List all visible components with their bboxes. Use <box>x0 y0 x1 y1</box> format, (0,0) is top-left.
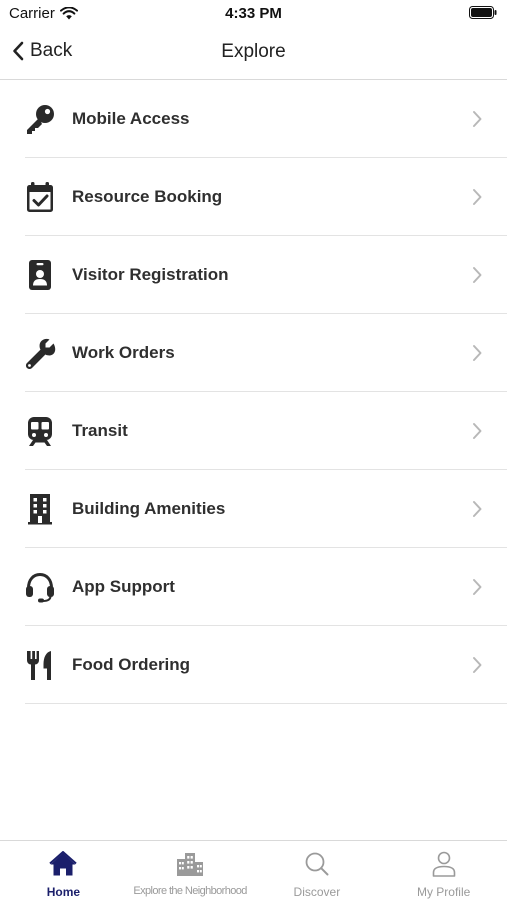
chevron-right-icon <box>473 579 482 595</box>
chevron-right-icon <box>473 267 482 283</box>
menu-item-work-orders[interactable]: Work Orders <box>0 314 507 392</box>
id-badge-icon <box>29 260 51 290</box>
page-title: Explore <box>221 41 286 62</box>
menu-item-app-support[interactable]: App Support <box>0 548 507 626</box>
tab-label: Explore the Neighborhood <box>133 885 247 897</box>
calendar-check-icon <box>27 182 53 212</box>
menu-item-transit[interactable]: Transit <box>0 392 507 470</box>
menu-item-label: App Support <box>72 577 175 596</box>
tab-label: Discover <box>293 885 341 899</box>
chevron-right-icon <box>473 189 482 205</box>
user-icon <box>432 851 455 877</box>
home-icon <box>49 851 78 876</box>
tab-home[interactable]: Home <box>0 841 127 901</box>
tab-label: My Profile <box>416 885 471 899</box>
back-button[interactable]: Back <box>12 40 72 62</box>
city-icon <box>177 853 204 876</box>
menu-item-label: Work Orders <box>72 343 175 362</box>
train-icon <box>28 417 52 446</box>
menu-item-label: Building Amenities <box>72 499 226 518</box>
chevron-right-icon <box>473 345 482 361</box>
tab-explore-neighborhood[interactable]: Explore the Neighborhood <box>127 841 254 901</box>
menu-item-label: Visitor Registration <box>72 265 229 284</box>
tab-label: Home <box>46 885 81 899</box>
menu-item-building-amenities[interactable]: Building Amenities <box>0 470 507 548</box>
tab-my-profile[interactable]: My Profile <box>380 841 507 901</box>
menu-item-label: Transit <box>72 421 128 440</box>
search-icon <box>305 852 329 876</box>
chevron-right-icon <box>473 111 482 127</box>
chevron-right-icon <box>473 657 482 673</box>
bottom-tab-bar: Home Explore the Neighborhood Discover M… <box>0 840 507 901</box>
chevron-left-icon <box>13 41 24 61</box>
chevron-right-icon <box>473 423 482 439</box>
back-button-label: Back <box>30 40 73 61</box>
menu-item-visitor-registration[interactable]: Visitor Registration <box>0 236 507 314</box>
status-bar: Carrier 4:33 PM <box>0 0 507 28</box>
key-icon <box>27 105 54 134</box>
status-time: 4:33 PM <box>225 5 282 22</box>
explore-menu: Mobile Access Resource Booking Visitor R… <box>0 80 507 704</box>
battery-icon <box>469 6 497 19</box>
tab-discover[interactable]: Discover <box>254 841 381 901</box>
menu-item-food-ordering[interactable]: Food Ordering <box>0 626 507 704</box>
menu-item-mobile-access[interactable]: Mobile Access <box>0 80 507 158</box>
headset-icon <box>26 572 54 603</box>
chevron-right-icon <box>473 501 482 517</box>
menu-item-label: Resource Booking <box>72 187 223 206</box>
navigation-bar: Back Explore <box>0 28 507 80</box>
menu-item-label: Mobile Access <box>72 109 190 128</box>
building-icon <box>28 494 52 525</box>
menu-item-resource-booking[interactable]: Resource Booking <box>0 158 507 236</box>
utensils-icon <box>27 651 51 680</box>
wrench-icon <box>25 338 56 369</box>
menu-item-label: Food Ordering <box>72 655 191 674</box>
